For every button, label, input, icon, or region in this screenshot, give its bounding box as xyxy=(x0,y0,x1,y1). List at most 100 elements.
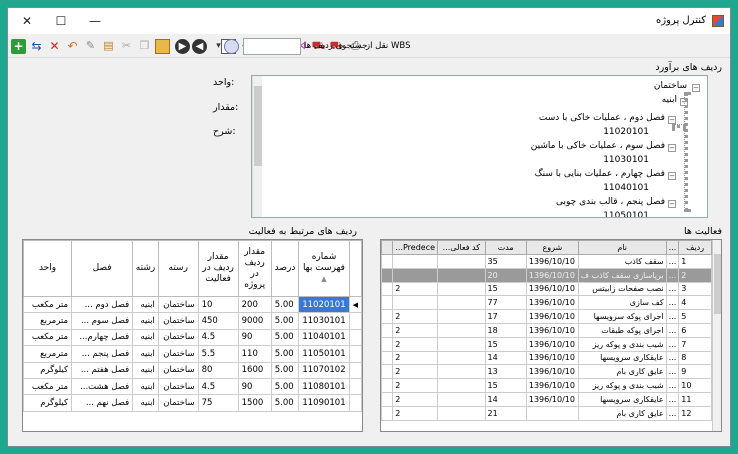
row-indicator[interactable] xyxy=(348,394,362,412)
tree-node[interactable]: فصل چهارم ، عملیات بنایی با سنگ xyxy=(535,169,665,179)
close-button[interactable]: ✕ xyxy=(12,12,42,30)
table-row[interactable]: 2... برپاسازی سقف کاذب ف 1396/10/10 20 xyxy=(381,267,712,283)
table-row[interactable]: 11080101 5.00 90 4.5 ساختمان ابنیه فصل هشت... م… xyxy=(23,377,362,396)
table-row[interactable]: 11050101 5.00 110 5.5 ساختمان ابنیه فصل پنجم .… xyxy=(23,345,362,363)
table-row[interactable]: 3... نصب صفحات زابیتس 1396/10/10 15 2 xyxy=(381,281,712,297)
table-cell[interactable]: 1396/10/10 xyxy=(525,322,579,338)
table-cell[interactable]: ابنیه xyxy=(132,312,159,330)
table-cell[interactable] xyxy=(392,295,439,311)
table-cell[interactable]: 200 xyxy=(237,295,272,314)
table-cell[interactable]: 5.00 xyxy=(270,295,300,314)
column-header[interactable]: درصد xyxy=(270,240,300,297)
table-cell[interactable]: فصل سوم ... xyxy=(71,312,134,330)
table-row[interactable]: 7... شیب بندی و پوکه ریز 1396/10/10 15 2 xyxy=(381,336,712,352)
table-cell[interactable]: 9000 xyxy=(237,312,272,330)
table-cell[interactable]: 1396/10/10 xyxy=(525,254,579,269)
table-row[interactable]: 6... اجرای پوکه طبقات 1396/10/10 18 2 xyxy=(381,322,712,338)
table-cell[interactable]: 13 xyxy=(484,364,527,380)
table-cell[interactable]: 11 xyxy=(678,391,712,407)
tree-expander[interactable]: − xyxy=(668,172,676,180)
column-header[interactable]: ... xyxy=(665,240,680,255)
table-cell[interactable]: ساختمان xyxy=(157,295,199,314)
table-cell[interactable] xyxy=(437,336,486,352)
tree-scroll-thumb[interactable] xyxy=(254,86,262,166)
table-cell[interactable]: شیب بندی و پوکه ریز xyxy=(577,378,667,393)
table-cell[interactable]: 1396/10/10 xyxy=(525,350,579,366)
table-cell[interactable]: ساختمان xyxy=(157,328,199,347)
table-cell[interactable]: 110 xyxy=(237,345,272,363)
transfer-wbs-button[interactable]: نقل از WBS xyxy=(366,41,410,51)
table-cell[interactable]: 4.5 xyxy=(197,328,239,347)
activities-scrollbar[interactable] xyxy=(712,240,721,431)
table-cell[interactable] xyxy=(437,405,486,421)
table-cell[interactable]: 11070102 xyxy=(298,361,350,379)
table-cell[interactable]: 75 xyxy=(197,394,239,412)
table-cell[interactable]: ... xyxy=(665,350,680,366)
table-cell[interactable]: 1396/10/10 xyxy=(525,267,579,283)
tree-expander[interactable]: − xyxy=(692,84,700,92)
table-cell[interactable]: 5.5 xyxy=(197,345,239,363)
table-row[interactable]: 1... سقف کاذب 1396/10/10 35 xyxy=(381,254,712,269)
table-cell[interactable] xyxy=(392,254,439,269)
table-cell[interactable] xyxy=(437,378,486,393)
table-cell[interactable]: 80 xyxy=(197,361,239,379)
activities-scroll-thumb[interactable] xyxy=(714,254,721,314)
add-icon[interactable]: + xyxy=(11,39,26,54)
table-cell[interactable]: ابنیه xyxy=(132,377,159,396)
table-cell[interactable]: شیب بندی و پوکه ریز xyxy=(577,336,667,352)
tree-node[interactable]: 11050101 xyxy=(603,211,649,217)
table-cell[interactable]: فصل نهم ... xyxy=(71,394,134,412)
table-row[interactable]: 10... شیب بندی و پوکه ریز 1396/10/10 15 2 xyxy=(381,378,712,393)
table-cell[interactable]: ابنیه xyxy=(132,361,159,379)
table-cell[interactable]: 8 xyxy=(678,350,712,366)
table-cell[interactable]: ... xyxy=(665,405,680,421)
table-cell[interactable]: کف سازی xyxy=(577,295,667,311)
row-indicator[interactable] xyxy=(348,361,362,379)
table-cell[interactable]: 4 xyxy=(678,295,712,311)
paste-icon[interactable] xyxy=(155,39,170,54)
table-cell[interactable]: ساختمان xyxy=(157,377,199,396)
previous-icon[interactable]: ◀ xyxy=(192,39,207,54)
table-cell[interactable]: ابنیه xyxy=(132,394,159,412)
copy-icon[interactable]: ❐ xyxy=(137,39,152,54)
column-header[interactable]: کد فعالی... xyxy=(437,240,486,255)
next-icon[interactable]: ▶ xyxy=(175,39,190,54)
table-row[interactable]: 8... عایقکاری سرویسها 1396/10/10 14 2 xyxy=(381,350,712,366)
table-cell[interactable] xyxy=(437,350,486,366)
table-cell[interactable]: سقف کاذب xyxy=(577,254,667,269)
row-indicator[interactable] xyxy=(348,345,362,363)
table-cell[interactable]: 11080101 xyxy=(298,377,350,396)
row-indicator[interactable] xyxy=(348,377,362,396)
table-cell[interactable]: 15 xyxy=(484,336,527,352)
table-cell[interactable]: 1396/10/10 xyxy=(525,295,579,311)
table-cell[interactable]: 2 xyxy=(392,309,439,324)
table-cell[interactable]: 1396/10/10 xyxy=(525,281,579,297)
table-cell[interactable]: 77 xyxy=(484,295,527,311)
maximize-button[interactable]: ☐ xyxy=(46,12,76,30)
table-cell[interactable]: 5.00 xyxy=(270,377,300,396)
table-cell[interactable]: ... xyxy=(665,322,680,338)
table-cell[interactable]: 2 xyxy=(392,405,439,421)
edit-icon[interactable]: ✎ xyxy=(83,39,98,54)
column-header[interactable]: فصل xyxy=(71,240,134,297)
tree-node[interactable]: 11030101 xyxy=(603,155,649,165)
table-cell[interactable]: 14 xyxy=(484,350,527,366)
table-cell[interactable]: عایق کاری بام xyxy=(577,364,667,380)
tree-node[interactable]: فصل پنجم ، قالب بندی چوبی xyxy=(556,197,665,207)
table-cell[interactable]: برپاسازی سقف کاذب ف xyxy=(577,267,667,283)
table-cell[interactable]: 15 xyxy=(484,378,527,393)
table-row[interactable]: 11030101 5.00 9000 450 ساختمان ابنیه فصل سوم .… xyxy=(23,312,362,330)
column-header[interactable]: شروع xyxy=(525,240,579,255)
table-cell[interactable] xyxy=(392,267,439,283)
table-cell[interactable]: عایق کاری بام xyxy=(577,405,667,421)
table-cell[interactable]: ساختمان xyxy=(157,361,199,379)
tree-expander[interactable]: − xyxy=(668,116,676,124)
table-cell[interactable]: اجرای پوکه سرویسها xyxy=(577,309,667,324)
swap-icon[interactable]: ⇆ xyxy=(29,39,44,54)
column-header[interactable]: مقدار ردیف در پروژه xyxy=(237,240,272,297)
tree-node[interactable]: ساختمان xyxy=(654,81,687,91)
table-cell[interactable]: 1396/10/10 xyxy=(525,364,579,380)
table-cell[interactable] xyxy=(437,322,486,338)
tree-expander[interactable]: − xyxy=(668,200,676,208)
estimate-tree[interactable]: − ساختمان − ابنیه − فصل دوم ، عملیات خاک… xyxy=(251,75,708,218)
